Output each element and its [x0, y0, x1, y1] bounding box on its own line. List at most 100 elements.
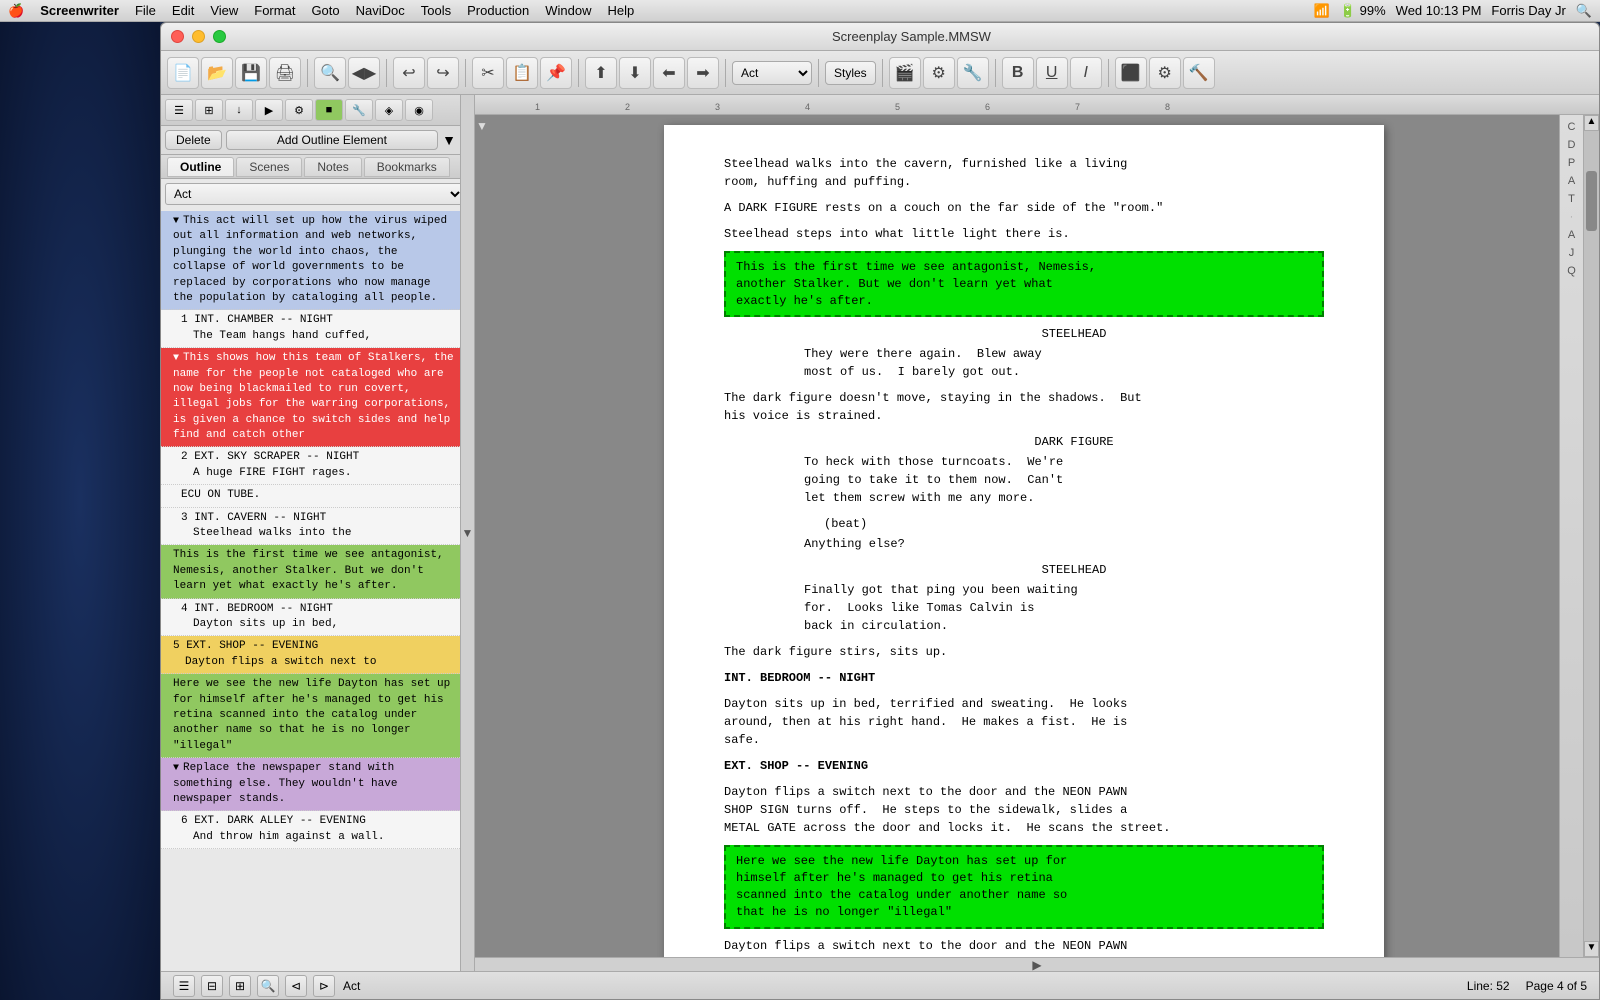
print-button[interactable]: 🖨 — [269, 57, 301, 89]
right-btn-a[interactable]: A — [1566, 173, 1577, 189]
outline-scene-2[interactable]: 2 EXT. SKY SCRAPER -- NIGHT A huge FIRE … — [161, 447, 460, 485]
status-search-btn[interactable]: 🔍 — [257, 975, 279, 997]
vertical-scrollbar[interactable]: ▲ ▼ — [1583, 115, 1599, 957]
menu-edit[interactable]: Edit — [172, 3, 194, 18]
settings-btn[interactable]: ⚙ — [923, 57, 955, 89]
board-view-btn[interactable]: ⬛ — [1115, 57, 1147, 89]
menu-goto[interactable]: Goto — [311, 3, 339, 18]
extra-btn[interactable]: 🔧 — [957, 57, 989, 89]
cut-button[interactable]: ✂ — [472, 57, 504, 89]
outline-scene-6[interactable]: 6 EXT. DARK ALLEY -- EVENING And throw h… — [161, 811, 460, 849]
sidebar-collapse-btn[interactable]: ▼ — [461, 95, 475, 971]
bold-button[interactable]: B — [1002, 57, 1034, 89]
add-outline-button[interactable]: Add Outline Element — [226, 130, 438, 150]
action-4: The dark figure doesn't move, staying in… — [724, 389, 1324, 425]
format-btn4[interactable]: ➡ — [687, 57, 719, 89]
status-view-btn3[interactable]: ⊞ — [229, 975, 251, 997]
sb-tool1-btn[interactable]: 🔧 — [345, 99, 373, 121]
menu-file[interactable]: File — [135, 3, 156, 18]
menu-format[interactable]: Format — [254, 3, 295, 18]
sb-up-btn[interactable]: ▶ — [255, 99, 283, 121]
apple-menu[interactable]: 🍎 — [8, 3, 24, 19]
expand-arrow-2[interactable]: ▼ — [173, 353, 179, 364]
wrench-btn[interactable]: 🔨 — [1183, 57, 1215, 89]
format-btn2[interactable]: ⬇ — [619, 57, 651, 89]
italic-button[interactable]: I — [1070, 57, 1102, 89]
act-dropdown[interactable]: Act — [732, 61, 812, 85]
scroll-thumb[interactable] — [1586, 171, 1597, 231]
scroll-up-btn[interactable]: ▲ — [1584, 115, 1599, 131]
outline-scene-ecu[interactable]: ECU ON TUBE. — [161, 485, 460, 507]
save-button[interactable]: 💾 — [235, 57, 267, 89]
screenplay-tools-btn[interactable]: 🎬 — [889, 57, 921, 89]
status-nav-btn2[interactable]: ⊳ — [313, 975, 335, 997]
sb-grid-btn[interactable]: ⊞ — [195, 99, 223, 121]
outline-note-3[interactable]: This is the first time we see antagonist… — [161, 545, 460, 598]
outline-note-2[interactable]: ▼This shows how this team of Stalkers, t… — [161, 348, 460, 447]
menu-tools[interactable]: Tools — [421, 3, 451, 18]
expand-arrow-5[interactable]: ▼ — [173, 763, 179, 774]
right-btn-d[interactable]: D — [1566, 137, 1578, 153]
right-btn-p[interactable]: P — [1566, 155, 1577, 171]
scroll-down-btn[interactable]: ▼ — [1584, 941, 1599, 957]
scroll-track[interactable] — [1584, 131, 1599, 941]
ruler-mark-6: 6 — [985, 102, 990, 112]
screenplay-collapse-top[interactable]: ▼ — [475, 115, 489, 957]
tab-notes[interactable]: Notes — [304, 157, 361, 177]
right-btn-j[interactable]: J — [1567, 245, 1577, 261]
outline-scene-5[interactable]: 5 EXT. SHOP -- EVENING Dayton flips a sw… — [161, 636, 460, 674]
outline-note-5[interactable]: ▼Replace the newspaper stand with someth… — [161, 758, 460, 811]
expand-arrow-1[interactable]: ▼ — [173, 216, 179, 227]
undo-button[interactable]: ↩ — [393, 57, 425, 89]
status-nav-btn1[interactable]: ⊲ — [285, 975, 307, 997]
right-btn-q[interactable]: Q — [1565, 263, 1578, 279]
delete-button[interactable]: Delete — [165, 130, 222, 150]
status-view-btn2[interactable]: ⊟ — [201, 975, 223, 997]
outline-scene-1[interactable]: 1 INT. CHAMBER -- NIGHT The Team hangs h… — [161, 310, 460, 348]
add-outline-arrow[interactable]: ▼ — [442, 132, 456, 148]
outline-scene-4[interactable]: 4 INT. BEDROOM -- NIGHT Dayton sits up i… — [161, 599, 460, 637]
menu-help[interactable]: Help — [608, 3, 635, 18]
menu-production[interactable]: Production — [467, 3, 529, 18]
outline-note-1[interactable]: ▼This act will set up how the virus wipe… — [161, 211, 460, 310]
app-name[interactable]: Screenwriter — [40, 3, 119, 18]
tab-scenes[interactable]: Scenes — [236, 157, 302, 177]
outline-note-4[interactable]: Here we see the new life Dayton has set … — [161, 674, 460, 758]
underline-button[interactable]: U — [1036, 57, 1068, 89]
redo-button[interactable]: ↪ — [427, 57, 459, 89]
nav-button[interactable]: ◀▶ — [348, 57, 380, 89]
sb-down-btn[interactable]: ↓ — [225, 99, 253, 121]
outline-scene-3[interactable]: 3 INT. CAVERN -- NIGHT Steelhead walks i… — [161, 508, 460, 546]
sb-tool3-btn[interactable]: ◉ — [405, 99, 433, 121]
paste-button[interactable]: 📌 — [540, 57, 572, 89]
window-title: Screenplay Sample.MMSW — [234, 29, 1589, 44]
sb-tool2-btn[interactable]: ◈ — [375, 99, 403, 121]
open-button[interactable]: 📂 — [201, 57, 233, 89]
styles-button[interactable]: Styles — [825, 61, 876, 85]
format-btn1[interactable]: ⬆ — [585, 57, 617, 89]
copy-button[interactable]: 📋 — [506, 57, 538, 89]
menu-window[interactable]: Window — [545, 3, 591, 18]
gear-btn[interactable]: ⚙ — [1149, 57, 1181, 89]
menu-navidoc[interactable]: NaviDoc — [356, 3, 405, 18]
menu-view[interactable]: View — [210, 3, 238, 18]
tab-outline[interactable]: Outline — [167, 157, 234, 177]
tab-bookmarks[interactable]: Bookmarks — [364, 157, 450, 177]
search-icon[interactable]: 🔍 — [1576, 3, 1592, 19]
minimize-button[interactable] — [192, 30, 205, 43]
screenplay-collapse-bottom[interactable]: ▶ — [475, 957, 1599, 971]
sidebar-act-select[interactable]: Act — [165, 183, 461, 205]
format-btn3[interactable]: ⬅ — [653, 57, 685, 89]
right-btn-t[interactable]: T — [1566, 191, 1577, 207]
new-button[interactable]: 📄 — [167, 57, 199, 89]
right-btn-a2[interactable]: A — [1566, 227, 1577, 243]
zoom-in-button[interactable]: 🔍 — [314, 57, 346, 89]
sb-settings-btn[interactable]: ⚙ — [285, 99, 313, 121]
right-btn-c[interactable]: C — [1566, 119, 1578, 135]
sb-list-btn[interactable]: ☰ — [165, 99, 193, 121]
maximize-button[interactable] — [213, 30, 226, 43]
status-view-btn1[interactable]: ☰ — [173, 975, 195, 997]
sb-color-btn[interactable]: ■ — [315, 99, 343, 121]
close-button[interactable] — [171, 30, 184, 43]
screenplay-scroll[interactable]: Steelhead walks into the cavern, furnish… — [489, 115, 1559, 957]
